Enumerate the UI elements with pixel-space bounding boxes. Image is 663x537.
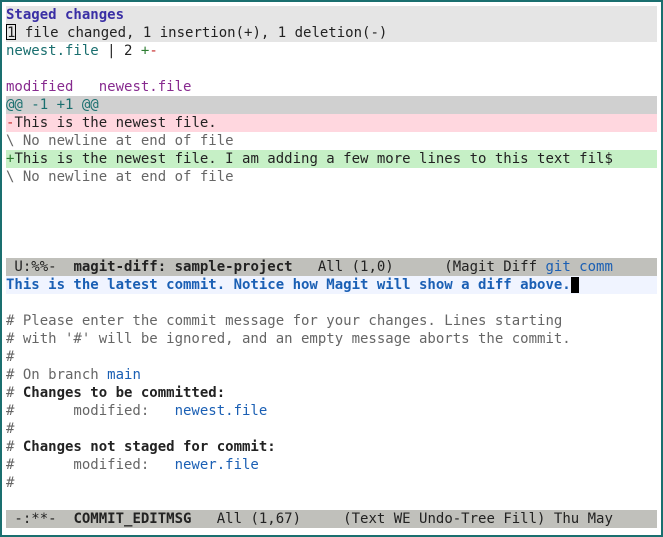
magit-section-header[interactable]: Staged changes: [6, 6, 657, 24]
commit-comment-heading: # Changes to be committed:: [6, 384, 657, 402]
commit-comment-file: # modified: newest.file: [6, 402, 657, 420]
modeline-git-link[interactable]: git comm: [545, 259, 612, 275]
diff-added-line[interactable]: +This is the newest file. I am adding a …: [6, 150, 657, 168]
text-cursor: [571, 277, 579, 293]
commit-comment-file: # modified: newer.file: [6, 456, 657, 474]
diffstat-rest: file changed, 1 insertion(+), 1 deletion…: [16, 25, 387, 41]
modeline-commit[interactable]: -:**- COMMIT_EDITMSG All (1,67) (Text WE…: [6, 510, 657, 528]
diff-context-line: \ No newline at end of file: [6, 168, 657, 186]
branch-name: main: [107, 367, 141, 383]
point-cursor: 1: [6, 24, 16, 40]
commit-comment: #: [6, 420, 657, 438]
blank-line: [6, 222, 657, 240]
commit-comment-branch: # On branch main: [6, 366, 657, 384]
unstaged-file: newer.file: [175, 457, 259, 473]
commit-comment: # with '#' will be ignored, and an empty…: [6, 330, 657, 348]
emacs-frame: Staged changes 1 file changed, 1 inserti…: [0, 0, 663, 537]
modeline-buffer-name: COMMIT_EDITMSG: [73, 511, 191, 527]
minus-icon: -: [149, 43, 157, 59]
modeline-diff[interactable]: U:%%- magit-diff: sample-project All (1,…: [6, 258, 657, 276]
magit-hunk-header[interactable]: @@ -1 +1 @@: [6, 96, 657, 114]
commit-message-input[interactable]: This is the latest commit. Notice how Ma…: [6, 276, 657, 294]
commit-comment: # Please enter the commit message for yo…: [6, 312, 657, 330]
blank-line: [6, 240, 657, 258]
magit-file-header[interactable]: modified newest.file: [6, 78, 657, 96]
blank-line: [6, 492, 657, 510]
blank-line: [6, 60, 657, 78]
minibuffer[interactable]: [6, 528, 657, 531]
magit-diffstat: 1 file changed, 1 insertion(+), 1 deleti…: [6, 24, 657, 42]
commit-comment-heading: # Changes not staged for commit:: [6, 438, 657, 456]
filestat-name: newest.file: [6, 43, 99, 59]
blank-line: [6, 186, 657, 204]
diff-removed-line[interactable]: -This is the newest file.: [6, 114, 657, 132]
emacs-inner: Staged changes 1 file changed, 1 inserti…: [6, 6, 657, 531]
blank-line: [6, 294, 657, 312]
blank-line: [6, 204, 657, 222]
staged-file: newest.file: [175, 403, 268, 419]
diff-context-line: \ No newline at end of file: [6, 132, 657, 150]
magit-filestat[interactable]: newest.file | 2 +-: [6, 42, 657, 60]
commit-comment: #: [6, 474, 657, 492]
commit-comment: #: [6, 348, 657, 366]
modeline-buffer-name: magit-diff: sample-project: [73, 259, 292, 275]
